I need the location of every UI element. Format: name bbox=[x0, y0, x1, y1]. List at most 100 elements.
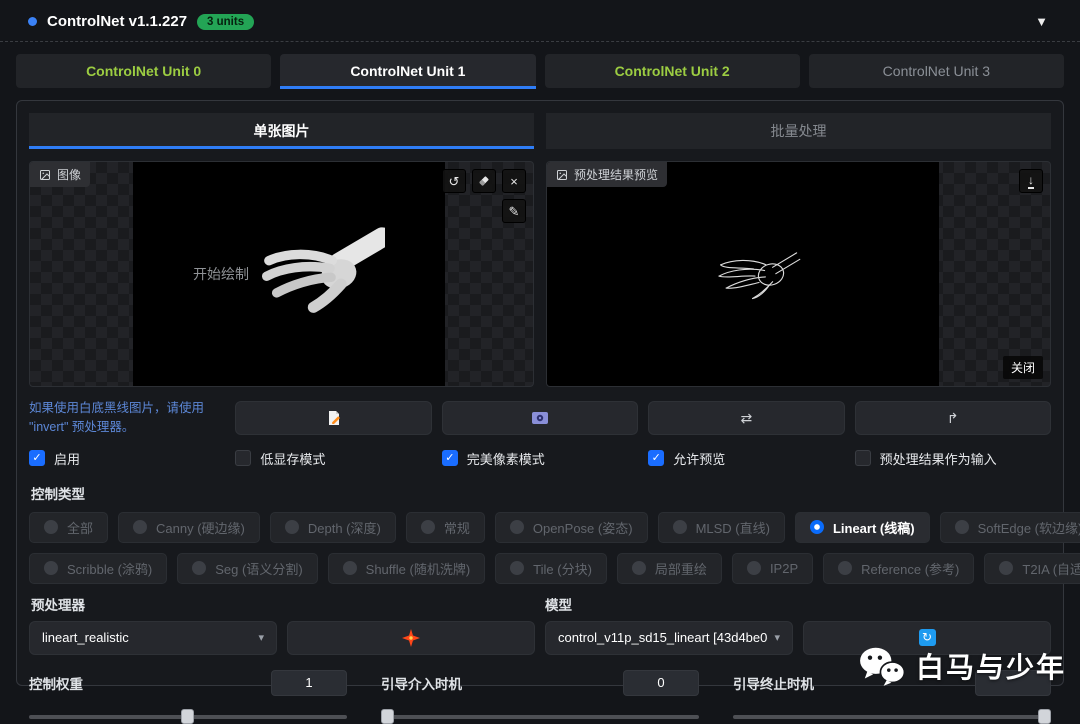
webcam-icon bbox=[532, 412, 548, 424]
radio-label: T2IA (自适应) bbox=[1022, 559, 1080, 578]
dropdown-labels: 预处理器 模型 bbox=[31, 594, 1049, 614]
control-type-row2: Scribble (涂鸦) Seg (语义分割) Shuffle (随机洗牌) … bbox=[29, 553, 1051, 584]
refresh-icon: ↻ bbox=[919, 629, 936, 646]
slider-handle[interactable] bbox=[181, 709, 194, 724]
slider-handle[interactable] bbox=[381, 709, 394, 724]
checkbox-icon bbox=[29, 450, 45, 466]
new-canvas-button[interactable] bbox=[235, 401, 431, 435]
tab-unit-1[interactable]: ControlNet Unit 1 bbox=[280, 54, 535, 88]
eraser-glyph bbox=[478, 175, 490, 187]
control-type-normal[interactable]: 常规 bbox=[406, 512, 485, 543]
checkbox-label: 完美像素模式 bbox=[467, 449, 545, 468]
preview-as-input-checkbox[interactable]: 预处理结果作为输入 bbox=[855, 449, 1051, 468]
slider-handle[interactable] bbox=[1038, 709, 1051, 724]
control-weight-label: 控制权重 bbox=[29, 673, 83, 693]
radio-label: 局部重绘 bbox=[655, 559, 707, 578]
image-label-chip: 图像 bbox=[30, 162, 90, 187]
unit-panel: 单张图片 批量处理 图像 ↺ × bbox=[16, 100, 1064, 686]
model-value: control_v11p_sd15_lineart [43d4be0c bbox=[558, 630, 768, 645]
radio-icon bbox=[810, 520, 824, 534]
divider bbox=[0, 41, 1080, 42]
slider-track bbox=[381, 715, 699, 719]
controlnet-extension: ControlNet v1.1.227 3 units ▼ ControlNet… bbox=[0, 0, 1080, 707]
invert-note-line1: 如果使用白底黑线图片，请使用 bbox=[29, 399, 225, 418]
guidance-end-slider[interactable] bbox=[733, 709, 1051, 724]
control-type-tile[interactable]: Tile (分块) bbox=[495, 553, 607, 584]
options-row: 启用 低显存模式 完美像素模式 允许预览 预处理结果作为输入 bbox=[29, 449, 1051, 468]
control-weight-input[interactable]: 1 bbox=[271, 670, 347, 696]
run-preprocessor-button[interactable] bbox=[287, 621, 535, 655]
radio-label: Shuffle (随机洗牌) bbox=[366, 559, 471, 578]
control-type-inpaint[interactable]: 局部重绘 bbox=[617, 553, 722, 584]
control-type-mlsd[interactable]: MLSD (直线) bbox=[658, 512, 785, 543]
guidance-start-label: 引导介入时机 bbox=[381, 673, 462, 693]
control-type-all[interactable]: 全部 bbox=[29, 512, 108, 543]
tab-unit-0[interactable]: ControlNet Unit 0 bbox=[16, 54, 271, 88]
allow-preview-checkbox[interactable]: 允许预览 bbox=[648, 449, 844, 468]
preview-tools: ↓ bbox=[1019, 169, 1043, 193]
source-image-dropzone[interactable]: 图像 ↺ × ✎ 开始绘制 bbox=[29, 161, 534, 387]
guidance-start-slider[interactable] bbox=[381, 709, 699, 724]
control-type-lineart[interactable]: Lineart (线稿) bbox=[795, 512, 930, 543]
tab-label: 单张图片 bbox=[254, 121, 310, 141]
control-weight-slider[interactable] bbox=[29, 709, 347, 724]
unit-tabs: ControlNet Unit 0 ControlNet Unit 1 Cont… bbox=[16, 54, 1064, 88]
tab-batch[interactable]: 批量处理 bbox=[546, 113, 1051, 149]
accordion-header: ControlNet v1.1.227 3 units ▼ bbox=[0, 0, 1080, 39]
radio-label: IP2P bbox=[770, 561, 798, 576]
mirror-webcam-button[interactable]: ⇄ bbox=[648, 401, 844, 435]
radio-icon bbox=[343, 561, 357, 575]
tab-unit-2[interactable]: ControlNet Unit 2 bbox=[545, 54, 800, 88]
radio-label: Seg (语义分割) bbox=[215, 559, 302, 578]
radio-icon bbox=[44, 520, 58, 534]
units-count-badge: 3 units bbox=[197, 14, 254, 30]
source-image[interactable]: 开始绘制 bbox=[133, 162, 445, 386]
guidance-start-input[interactable]: 0 bbox=[623, 670, 699, 696]
control-type-seg[interactable]: Seg (语义分割) bbox=[177, 553, 317, 584]
pixel-perfect-checkbox[interactable]: 完美像素模式 bbox=[442, 449, 638, 468]
control-type-canny[interactable]: Canny (硬边缘) bbox=[118, 512, 260, 543]
control-type-softedge[interactable]: SoftEdge (软边缘) bbox=[940, 512, 1080, 543]
radio-label: Depth (深度) bbox=[308, 518, 381, 537]
edit-pencil-icon[interactable]: ✎ bbox=[502, 199, 526, 223]
undo-icon[interactable]: ↺ bbox=[442, 169, 466, 193]
preprocessor-dropdown[interactable]: lineart_realistic ▾ bbox=[29, 621, 277, 655]
eraser-icon[interactable] bbox=[472, 169, 496, 193]
radio-icon bbox=[133, 520, 147, 534]
preview-label: 预处理结果预览 bbox=[574, 166, 658, 183]
control-type-openpose[interactable]: OpenPose (姿态) bbox=[495, 512, 648, 543]
preview-close-button[interactable]: 关闭 bbox=[1003, 356, 1043, 379]
enable-checkbox[interactable]: 启用 bbox=[29, 449, 225, 468]
tab-single-image[interactable]: 单张图片 bbox=[29, 113, 534, 149]
preprocessor-label: 预处理器 bbox=[31, 594, 278, 614]
send-dimensions-button[interactable]: ↱ bbox=[855, 401, 1051, 435]
control-type-depth[interactable]: Depth (深度) bbox=[270, 512, 396, 543]
control-type-t2ia[interactable]: T2IA (自适应) bbox=[984, 553, 1080, 584]
radio-icon bbox=[510, 561, 524, 575]
image-icon bbox=[39, 169, 51, 181]
hand-lineart bbox=[683, 237, 803, 312]
guidance-start: 引导介入时机 0 bbox=[381, 670, 699, 724]
radio-label: OpenPose (姿态) bbox=[533, 518, 633, 537]
new-canvas-icon bbox=[326, 410, 342, 426]
send-dimensions-icon: ↱ bbox=[947, 410, 959, 427]
close-icon[interactable]: × bbox=[502, 169, 526, 193]
control-type-reference[interactable]: Reference (参考) bbox=[823, 553, 974, 584]
draw-hint: 开始绘制 bbox=[193, 264, 249, 284]
image-tools: ↺ × ✎ bbox=[442, 169, 526, 223]
preview-image-panel[interactable]: 预处理结果预览 ↓ bbox=[546, 161, 1051, 387]
control-type-scribble[interactable]: Scribble (涂鸦) bbox=[29, 553, 167, 584]
collapse-triangle-icon[interactable]: ▼ bbox=[1021, 14, 1062, 29]
radio-icon bbox=[673, 520, 687, 534]
model-dropdown[interactable]: control_v11p_sd15_lineart [43d4be0c ▾ bbox=[545, 621, 793, 655]
download-icon[interactable]: ↓ bbox=[1019, 169, 1043, 193]
control-type-shuffle[interactable]: Shuffle (随机洗牌) bbox=[328, 553, 486, 584]
lowvram-checkbox[interactable]: 低显存模式 bbox=[235, 449, 431, 468]
webcam-button[interactable] bbox=[442, 401, 638, 435]
slider-track bbox=[733, 715, 1051, 719]
control-type-label: 控制类型 bbox=[31, 483, 1049, 503]
control-type-ip2p[interactable]: IP2P bbox=[732, 553, 813, 584]
tab-unit-3[interactable]: ControlNet Unit 3 bbox=[809, 54, 1064, 88]
watermark: 白马与少年 bbox=[858, 645, 1066, 687]
actions-row: 如果使用白底黑线图片，请使用 "invert" 预处理器。 ⇄ ↱ bbox=[29, 399, 1051, 438]
